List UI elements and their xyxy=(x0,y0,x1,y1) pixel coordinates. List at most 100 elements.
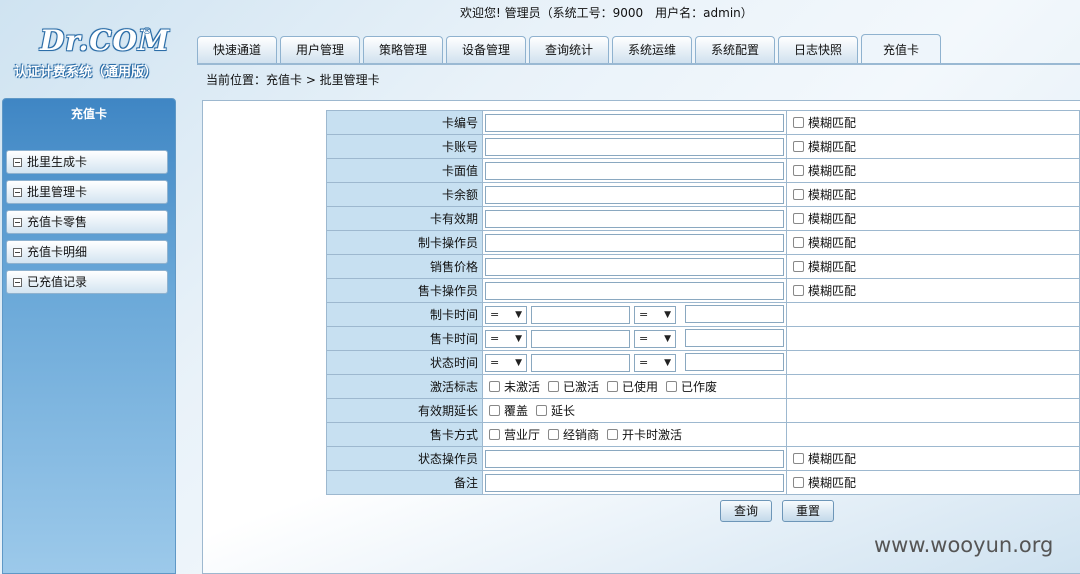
validity-extend-option-label: 延长 xyxy=(551,404,576,418)
sale-mode-option-label: 经销商 xyxy=(563,428,600,442)
dropdown-arrow-icon: ▼ xyxy=(664,309,671,320)
sidebar-item-recharge-records[interactable]: 已充值记录 xyxy=(6,270,168,294)
activation-flag-option-label: 已激活 xyxy=(563,380,600,394)
dropdown-arrow-icon: ▼ xyxy=(515,309,522,320)
validity-extend-option-label: 覆盖 xyxy=(504,404,529,418)
activation-flag-option-label: 已作废 xyxy=(681,380,718,394)
field-label: 激活标志 xyxy=(326,374,483,399)
fuzzy-match-checkbox[interactable] xyxy=(793,213,804,224)
empty-cell xyxy=(786,398,1080,423)
date-input[interactable] xyxy=(531,305,630,324)
operator-select[interactable]: = ▼ xyxy=(485,305,527,324)
query-button[interactable]: 查询 xyxy=(720,500,772,522)
field-input-cell xyxy=(482,134,787,159)
text-field[interactable] xyxy=(485,281,784,300)
tab-recharge-card[interactable]: 充值卡 xyxy=(861,34,941,64)
tab-device-management[interactable]: 设备管理 xyxy=(446,36,526,64)
text-field[interactable] xyxy=(485,473,784,492)
text-field[interactable] xyxy=(485,449,784,468)
tab-system-config[interactable]: 系统配置 xyxy=(695,36,775,64)
validity-extend-checkbox[interactable] xyxy=(536,405,548,416)
field-label: 有效期延长 xyxy=(326,398,483,423)
field-label: 售卡方式 xyxy=(326,422,483,447)
fuzzy-match-checkbox[interactable] xyxy=(793,477,804,488)
operator-select[interactable]: = ▼ xyxy=(634,353,676,372)
sale-mode-checkbox[interactable] xyxy=(489,429,500,440)
date-input[interactable] xyxy=(685,353,784,371)
sale-mode-option-label: 开卡时激活 xyxy=(622,428,683,442)
tab-query-statistics[interactable]: 查询统计 xyxy=(529,36,609,64)
fuzzy-match-checkbox[interactable] xyxy=(793,453,804,464)
sidebar-item-label: 充值卡明细 xyxy=(27,245,88,259)
form-row: 卡账号 模糊匹配 xyxy=(326,134,1080,159)
text-field[interactable] xyxy=(485,257,784,276)
operator-select[interactable]: = ▼ xyxy=(485,329,527,348)
date-input[interactable] xyxy=(531,329,630,348)
fuzzy-match-checkbox[interactable] xyxy=(793,141,804,152)
fuzzy-match-checkbox[interactable] xyxy=(793,261,804,272)
time-range-cell-end xyxy=(685,326,1080,351)
operator-value: = xyxy=(490,355,500,369)
sidebar-item-batch-manage[interactable]: 批里管理卡 xyxy=(6,180,168,204)
activation-flag-checkbox[interactable] xyxy=(666,381,678,392)
text-field[interactable] xyxy=(485,137,784,156)
operator-value: = xyxy=(639,355,649,369)
text-field[interactable] xyxy=(485,209,784,228)
field-label: 卡账号 xyxy=(326,134,483,159)
form-row: 备注 模糊匹配 xyxy=(326,470,1080,495)
activation-flag-checkbox[interactable] xyxy=(489,381,500,392)
collapse-icon xyxy=(13,248,22,257)
fuzzy-match-cell: 模糊匹配 xyxy=(786,110,1080,135)
field-label: 卡有效期 xyxy=(326,206,483,231)
field-label: 卡余额 xyxy=(326,182,483,207)
form-row: 销售价格 模糊匹配 xyxy=(326,254,1080,279)
fuzzy-match-label: 模糊匹配 xyxy=(808,116,857,130)
form-row: 卡有效期 模糊匹配 xyxy=(326,206,1080,231)
sidebar-item-label: 已充值记录 xyxy=(27,275,88,289)
activation-flag-checkbox[interactable] xyxy=(548,381,560,392)
operator-select[interactable]: = ▼ xyxy=(634,329,676,348)
text-field[interactable] xyxy=(485,113,784,132)
sale-mode-checkbox[interactable] xyxy=(548,429,560,440)
field-input-cell xyxy=(482,278,787,303)
reset-button[interactable]: 重置 xyxy=(782,500,834,522)
fuzzy-match-checkbox[interactable] xyxy=(793,165,804,176)
sale-mode-checkbox[interactable] xyxy=(607,429,619,440)
form-row: 状态时间 = ▼ = ▼ xyxy=(326,350,1080,375)
field-label: 备注 xyxy=(326,470,483,495)
search-form: 卡编号 模糊匹配 卡账号 模糊匹配 卡面值 模糊匹配 卡余额 模糊匹配 卡有效期 模糊匹配 制卡操作… xyxy=(326,110,1080,495)
fuzzy-match-cell: 模糊匹配 xyxy=(786,230,1080,255)
tab-system-ops[interactable]: 系统运维 xyxy=(612,36,692,64)
field-input-cell xyxy=(482,182,787,207)
date-input[interactable] xyxy=(685,329,784,347)
text-field[interactable] xyxy=(485,185,784,204)
sidebar-item-card-detail[interactable]: 充值卡明细 xyxy=(6,240,168,264)
operator-select[interactable]: = ▼ xyxy=(634,305,676,324)
text-field[interactable] xyxy=(485,233,784,252)
tab-user-management[interactable]: 用户管理 xyxy=(280,36,360,64)
operator-value: = xyxy=(490,307,500,321)
tab-policy-management[interactable]: 策略管理 xyxy=(363,36,443,64)
sidebar-item-card-retail[interactable]: 充值卡零售 xyxy=(6,210,168,234)
activation-flag-checkbox[interactable] xyxy=(607,381,619,392)
tab-log-snapshot[interactable]: 日志快照 xyxy=(778,36,858,64)
operator-select[interactable]: = ▼ xyxy=(485,353,527,372)
fuzzy-match-checkbox[interactable] xyxy=(793,285,804,296)
text-field[interactable] xyxy=(485,161,784,180)
tab-quick-access[interactable]: 快速通道 xyxy=(197,36,277,64)
date-input[interactable] xyxy=(531,353,630,372)
fuzzy-match-checkbox[interactable] xyxy=(793,237,804,248)
form-row: 售卡方式 营业厅 经销商 开卡时激活 xyxy=(326,422,1080,447)
validity-extend-checkbox[interactable] xyxy=(489,405,500,416)
fuzzy-match-checkbox[interactable] xyxy=(793,189,804,200)
activation-flag-option-label: 已使用 xyxy=(622,380,659,394)
date-input[interactable] xyxy=(685,305,784,323)
fuzzy-match-label: 模糊匹配 xyxy=(808,260,857,274)
field-label: 状态操作员 xyxy=(326,446,483,471)
fuzzy-match-checkbox[interactable] xyxy=(793,117,804,128)
logo-registered: ® xyxy=(142,26,152,37)
sidebar-item-batch-generate[interactable]: 批里生成卡 xyxy=(6,150,168,174)
tab-divider xyxy=(197,63,1080,65)
collapse-icon xyxy=(13,278,22,287)
field-label: 制卡时间 xyxy=(326,302,483,327)
